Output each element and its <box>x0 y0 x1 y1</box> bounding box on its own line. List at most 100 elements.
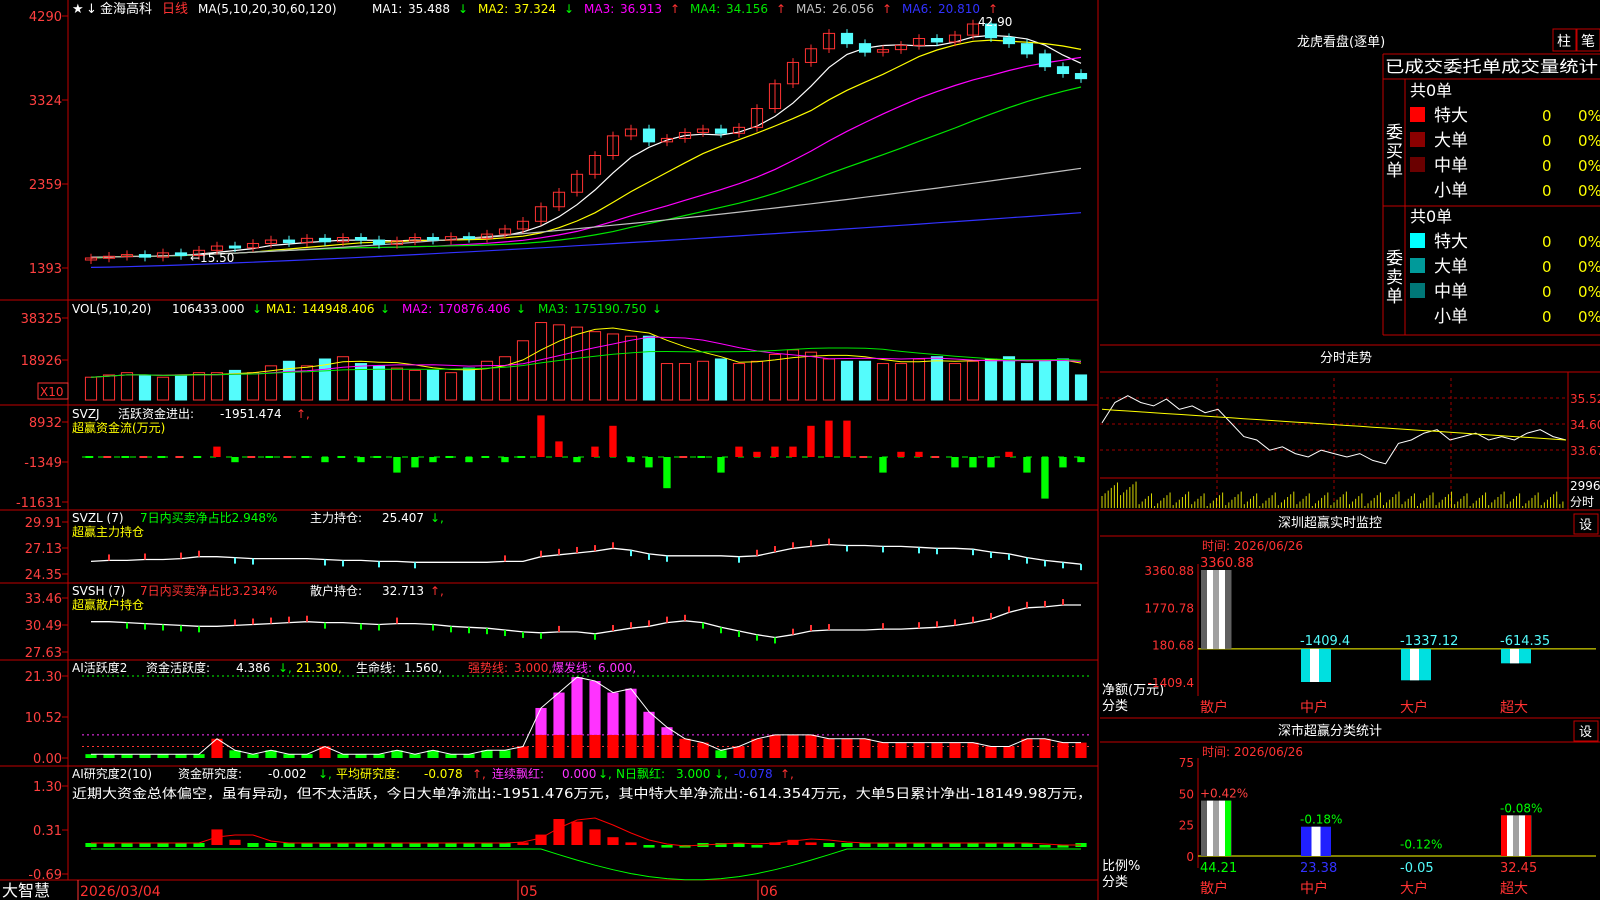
ai2-y-axis: 21.30 10.52 0.00 <box>25 670 68 767</box>
vol-bar <box>444 372 458 401</box>
vol-bar <box>696 360 710 401</box>
order-type: 小单 <box>1434 181 1468 201</box>
svsh-text-a: 7日内买卖净占比3.234% <box>140 583 277 598</box>
candle-body <box>462 236 476 240</box>
y-tick-label: 4290 <box>29 10 62 25</box>
sz-monitor-title: 深圳超赢实时监控 <box>1278 515 1382 531</box>
ai2-bar <box>769 734 781 758</box>
y-tick-label: 2359 <box>29 178 62 193</box>
vol-bar <box>120 372 134 401</box>
candle-body <box>228 245 242 249</box>
air-bar <box>913 843 925 847</box>
ai2-bar <box>247 754 259 758</box>
vol-bar <box>876 363 890 401</box>
ai2-bar <box>571 734 583 758</box>
class-bar-segment <box>1225 570 1232 649</box>
class-value-label: 23.38 <box>1300 861 1337 876</box>
svzj-arrow: ↑, <box>296 407 310 421</box>
class-value-label: 32.45 <box>1500 861 1537 876</box>
monitor-y-tick: 180.68 <box>1152 639 1194 653</box>
air-bar <box>193 843 205 847</box>
svzl-title: SVZL (7) <box>72 511 124 525</box>
air-bar <box>373 843 385 847</box>
svzj-bar <box>789 446 797 457</box>
ma-value: 35.488 <box>408 2 450 16</box>
air-c-label: 连续飘红: <box>492 766 544 781</box>
order-swatch <box>1410 258 1425 273</box>
ai2-c-label: 生命线: <box>356 660 396 675</box>
period-label[interactable]: 日线 <box>162 2 188 17</box>
bar-mode-label[interactable]: 柱 <box>1557 34 1571 50</box>
air-bar <box>1039 845 1051 848</box>
svsh-y-axis: 33.46 30.49 27.63 <box>25 592 68 661</box>
svzl-subtitle: 超赢主力持仓 <box>72 524 144 539</box>
monitor-bar-label: 3360.88 <box>1200 556 1254 571</box>
vol-bar <box>282 360 296 401</box>
ai2-bar <box>1057 742 1069 758</box>
vol-bar <box>192 372 206 401</box>
vol-bar <box>588 331 602 401</box>
air-a-label: 资金研究度: <box>178 766 242 781</box>
vol-bar <box>534 322 548 401</box>
class-bar-segment <box>1207 800 1214 856</box>
class-bar-highlight <box>1311 826 1321 856</box>
intraday-avg-line <box>1101 408 1567 441</box>
monitor-category: 超大 <box>1500 700 1528 716</box>
y-tick-label: 10.52 <box>25 711 62 726</box>
svzj-bar <box>103 456 112 458</box>
air-y-axis: 1.300.31-0.69 <box>28 780 68 883</box>
price-plot <box>84 19 1088 268</box>
vol-bar <box>498 356 512 401</box>
ma-value: 26.056 <box>832 2 874 16</box>
x-tick-label: 05 <box>520 884 538 900</box>
air-bar <box>859 843 871 847</box>
ai2-bar <box>895 742 907 758</box>
svzj-bar <box>879 457 887 473</box>
vol-unit: X10 <box>40 385 64 399</box>
vol-bar <box>624 335 638 401</box>
order-value: 0 <box>1542 182 1552 200</box>
vol-bar <box>930 356 944 401</box>
order-pct: 0% <box>1578 233 1600 251</box>
ai2-d-label: 强势线: <box>468 661 508 675</box>
order-value: 0 <box>1542 132 1552 150</box>
air-d-label: N日飘红: <box>616 766 665 781</box>
vol-bar <box>462 367 476 401</box>
air-bar <box>571 821 583 845</box>
holding-line <box>91 604 1081 639</box>
vol-ma-value: 175190.750 <box>574 302 647 316</box>
ma-value-label: MA6: <box>902 2 932 16</box>
ai2-line <box>91 676 1081 755</box>
sz-monitor-settings-label[interactable]: 设 <box>1579 518 1592 533</box>
vol-title: VOL(5,10,20) <box>72 302 151 316</box>
monitor-y-tick: -1409.4 <box>1148 676 1194 690</box>
ai2-e-value: 6.000, <box>598 661 636 675</box>
tick-mode-label[interactable]: 笔 <box>1581 34 1595 50</box>
vol-bar <box>102 374 116 401</box>
main-chart-area[interactable]: ★ ↓ 金海高科 日线 MA(5,10,20,30,60,120) MA1: 35… <box>0 0 1100 900</box>
air-comment: 近期大资金总体偏空，虽有异动，但不太活跃，今日大单净流出:-1951.476万元… <box>72 786 1092 802</box>
air-d-arrow: ↓, <box>714 767 728 781</box>
sort-arrow-icon: ↓ <box>86 2 97 17</box>
ma-value-label: MA1: <box>372 2 402 16</box>
class-bar-segment <box>1213 800 1220 856</box>
svzj-bar <box>969 457 977 468</box>
vol-bar <box>336 356 350 401</box>
svzj-bar <box>373 456 382 458</box>
sz-class-settings-label[interactable]: 设 <box>1579 725 1592 740</box>
air-bar <box>121 843 133 847</box>
stock-name[interactable]: 金海高科 <box>100 1 152 17</box>
vol-bar <box>1038 360 1052 401</box>
ma-line <box>90 39 1082 259</box>
svzj-bar <box>843 420 851 457</box>
svzj-bar <box>247 456 256 458</box>
class-y-tick: 75 <box>1179 756 1194 770</box>
ai2-plot <box>82 675 1090 758</box>
vol-bar <box>678 363 692 401</box>
svzl-text-b: 主力持仓: <box>310 510 362 525</box>
air-bar <box>625 842 637 845</box>
ma-value-arrow: ↑ <box>882 2 892 16</box>
vol-bar <box>210 372 224 401</box>
vol-ma-arrow: ↓ <box>380 302 390 316</box>
svzj-bar <box>301 456 310 458</box>
